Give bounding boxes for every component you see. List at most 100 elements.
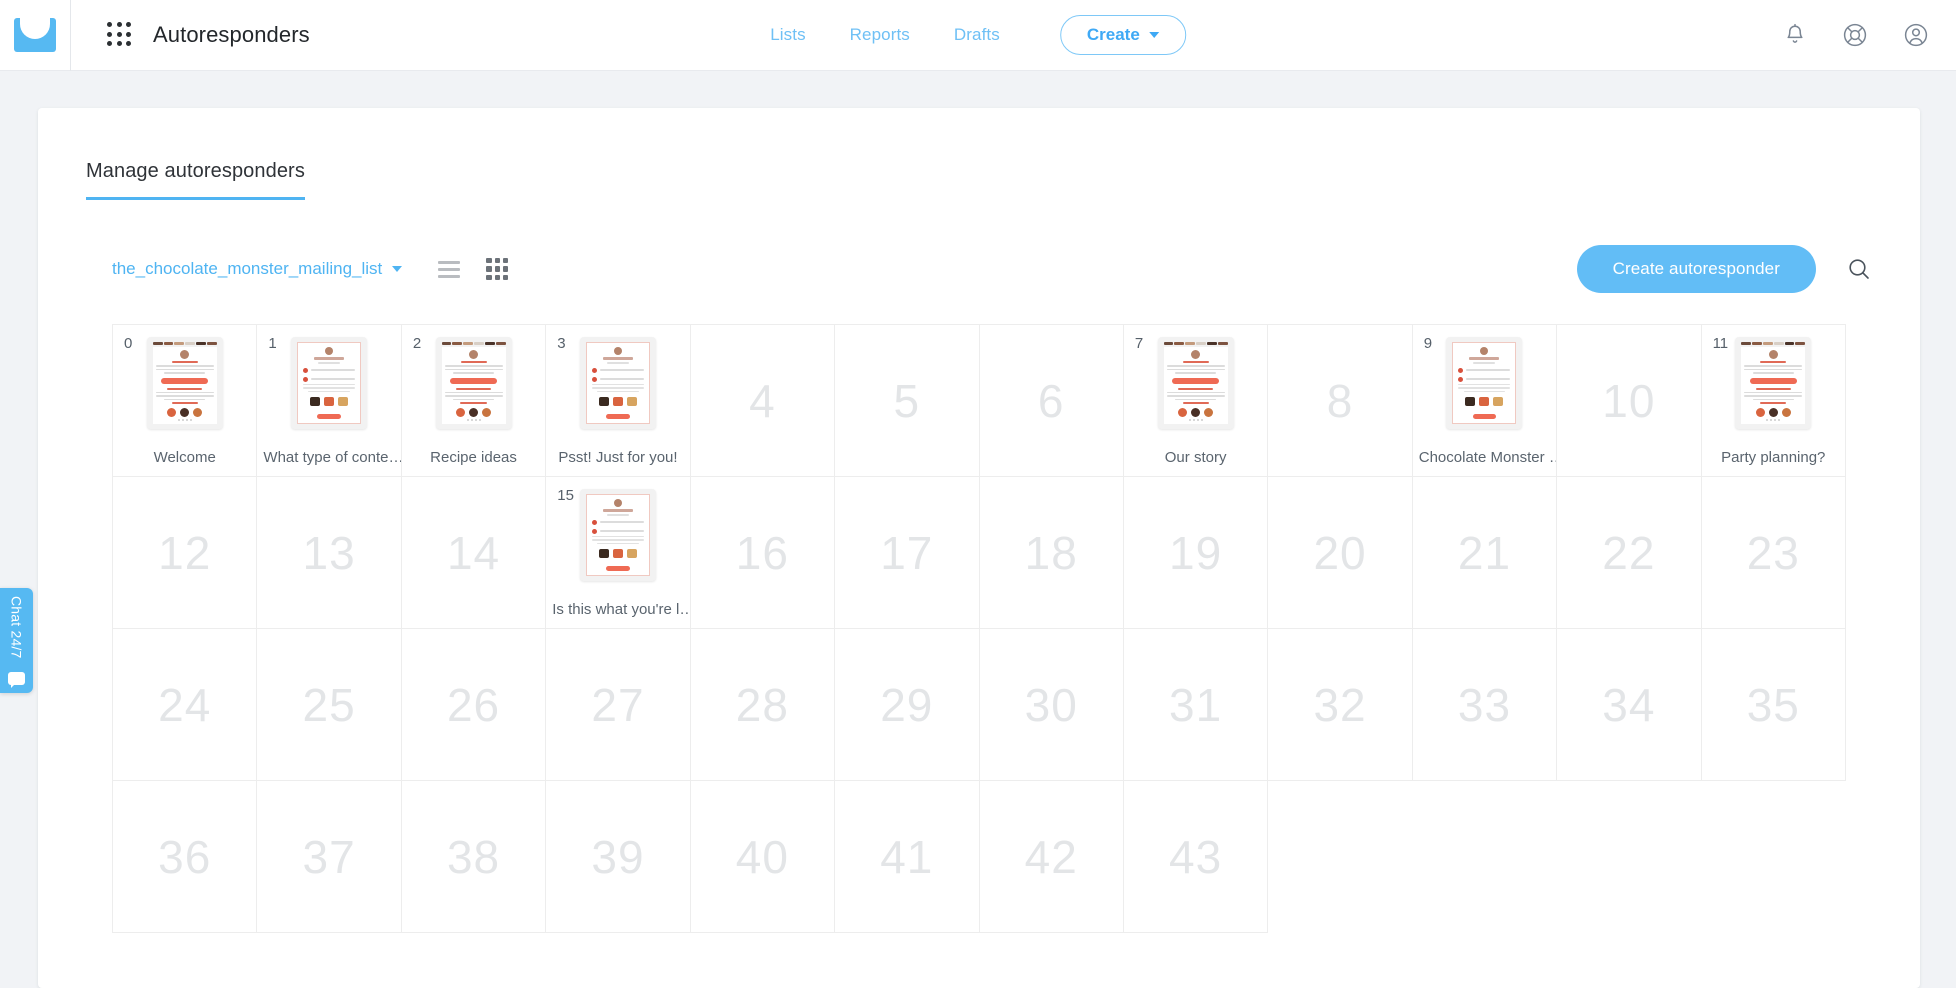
empty-slot-cell[interactable]: 43 [1123,781,1269,933]
empty-slot-number: 4 [749,374,776,427]
empty-slot-number: 30 [1024,678,1078,731]
page-title: Autoresponders [153,22,310,47]
cell-label: Chocolate Monster … [1418,449,1557,466]
empty-slot-cell[interactable]: 29 [835,629,980,781]
autoresponder-cell[interactable]: 15 Is this what you're l… [546,477,691,629]
search-icon[interactable] [1846,256,1872,282]
empty-slot-number: 38 [446,830,501,883]
chevron-down-icon [1148,32,1159,38]
empty-slot-cell[interactable]: 25 [257,629,402,781]
cell-label: Party planning? [1721,449,1826,466]
create-button[interactable]: Create [1059,15,1186,55]
autoresponder-grid: 0 Welcome 1 What type of conte… 2 Recipe… [112,324,1846,933]
empty-slot-cell[interactable]: 24 [113,629,258,781]
empty-slot-number: 21 [1457,526,1512,579]
empty-slot-cell[interactable]: 42 [979,781,1124,933]
email-thumbnail [1446,337,1523,429]
empty-slot-cell[interactable]: 39 [546,781,691,933]
nav-item-lists[interactable]: Lists [770,25,805,45]
empty-slot-number: 12 [158,526,212,579]
empty-slot-cell[interactable]: 31 [1123,629,1269,781]
empty-slot-cell[interactable]: 26 [401,629,547,781]
autoresponder-cell[interactable]: 2 Recipe ideas [401,325,547,477]
grid-view-icon[interactable] [486,258,509,280]
mailing-list-name: the_chocolate_monster_mailing_list [112,259,383,278]
empty-slot-cell[interactable]: 33 [1412,629,1558,781]
empty-slot-number: 20 [1313,526,1367,579]
empty-slot-cell[interactable]: 20 [1268,477,1413,629]
empty-slot-number: 24 [158,678,212,731]
autoresponder-cell[interactable]: 11 Party planning? [1701,325,1846,477]
empty-slot-cell[interactable]: 32 [1268,629,1413,781]
tab-manage-autoresponders[interactable]: Manage autoresponders [86,160,305,200]
empty-slot-number: 34 [1602,678,1656,731]
empty-slot-number: 40 [735,830,789,883]
empty-slot-cell[interactable]: 17 [835,477,980,629]
empty-slot-number: 31 [1169,678,1223,731]
empty-slot-cell[interactable]: 35 [1701,629,1846,781]
email-thumbnail [579,489,656,581]
empty-slot-number: 22 [1602,526,1656,579]
empty-slot-number: 8 [1326,374,1354,427]
empty-slot-cell[interactable]: 34 [1557,629,1702,781]
empty-slot-cell[interactable]: 13 [257,477,402,629]
toolbar-actions: Create autoresponder [1576,245,1872,293]
empty-slot-cell[interactable]: 23 [1701,477,1846,629]
nav-item-reports[interactable]: Reports [850,25,910,45]
lifebuoy-help-icon[interactable] [1841,21,1869,49]
empty-slot-cell[interactable]: 38 [401,781,547,933]
chat-widget-tab[interactable]: Chat 24/7 [0,588,33,693]
cell-label: Our story [1164,449,1227,466]
tab-bar: Manage autoresponders [38,108,1920,200]
empty-slot-cell[interactable]: 10 [1557,325,1702,477]
empty-slot-cell[interactable]: 36 [113,781,258,933]
empty-slot-cell[interactable]: 5 [835,325,980,477]
list-view-icon[interactable] [438,260,461,278]
email-thumbnail [1157,337,1234,429]
empty-slot-number: 39 [591,830,645,883]
cell-label: Welcome [153,449,216,466]
notification-bell-icon[interactable] [1782,22,1808,48]
empty-slot-number: 10 [1602,374,1656,427]
empty-slot-cell[interactable]: 6 [979,325,1124,477]
empty-slot-cell[interactable]: 16 [690,477,836,629]
empty-slot-cell[interactable]: 14 [401,477,547,629]
create-button-label: Create [1086,25,1140,44]
empty-slot-cell[interactable]: 4 [690,325,836,477]
grid-toolbar: the_chocolate_monster_mailing_list Creat… [38,244,1920,294]
empty-slot-cell[interactable]: 27 [546,629,691,781]
empty-slot-number: 19 [1169,526,1223,579]
apps-grid-icon[interactable] [107,22,133,48]
app-header: Autoresponders Lists Reports Drafts Crea… [0,0,1956,71]
empty-slot-number: 17 [880,526,934,579]
empty-slot-cell[interactable]: 21 [1412,477,1558,629]
empty-slot-cell[interactable]: 18 [979,477,1124,629]
main-content-card: Manage autoresponders the_chocolate_mons… [38,108,1920,988]
nav-item-drafts[interactable]: Drafts [954,25,1000,45]
cell-label: Is this what you're l… [552,601,690,618]
empty-slot-cell[interactable]: 30 [979,629,1124,781]
empty-slot-cell[interactable]: 40 [690,781,836,933]
empty-slot-cell[interactable]: 37 [257,781,402,933]
empty-slot-cell[interactable]: 22 [1557,477,1702,629]
autoresponder-cell[interactable]: 0 Welcome [113,325,258,477]
empty-slot-cell[interactable]: 12 [113,477,258,629]
user-account-icon[interactable] [1902,21,1930,49]
autoresponder-cell[interactable]: 7 Our story [1123,325,1269,477]
autoresponder-cell[interactable]: 3 Psst! Just for you! [546,325,691,477]
empty-slot-number: 25 [302,678,356,731]
empty-slot-number: 18 [1024,526,1078,579]
mailing-list-selector[interactable]: the_chocolate_monster_mailing_list [112,259,403,279]
empty-slot-cell[interactable]: 41 [835,781,980,933]
empty-slot-cell[interactable]: 8 [1268,325,1413,477]
cell-label: Recipe ideas [430,449,517,466]
empty-slot-cell[interactable]: 19 [1123,477,1269,629]
autoresponder-cell[interactable]: 9 Chocolate Monster … [1412,325,1558,477]
autoresponder-cell[interactable]: 1 What type of conte… [257,325,402,477]
create-autoresponder-button[interactable]: Create autoresponder [1576,245,1816,293]
email-thumbnail [579,337,656,429]
logo-container[interactable] [0,0,71,71]
empty-slot-cell[interactable]: 28 [690,629,836,781]
empty-slot-number: 42 [1024,830,1078,883]
empty-slot-number: 36 [158,830,212,883]
